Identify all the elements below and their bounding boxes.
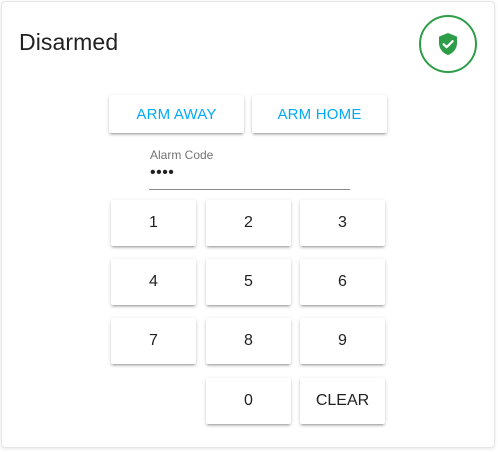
keypad-key-0[interactable]: 0 [206,378,291,424]
keypad-key-2[interactable]: 2 [206,200,291,246]
arm-away-button[interactable]: ARM AWAY [109,95,244,133]
keypad-key-6[interactable]: 6 [300,259,385,305]
keypad-key-7[interactable]: 7 [111,318,196,364]
keypad-key-1[interactable]: 1 [111,200,196,246]
keypad-clear-button[interactable]: CLEAR [300,378,385,424]
keypad-key-9[interactable]: 9 [300,318,385,364]
keypad-key-3[interactable]: 3 [300,200,385,246]
alarm-code-value[interactable]: •••• [150,164,174,182]
keypad-key-5[interactable]: 5 [206,259,291,305]
alarm-status-badge [419,15,477,73]
alarm-state-title: Disarmed [19,29,119,55]
arm-home-button[interactable]: ARM HOME [252,95,387,133]
keypad-key-4[interactable]: 4 [111,259,196,305]
shield-check-icon [439,33,457,55]
alarm-panel-card: Disarmed ARM AWAY ARM HOME Alarm Code ••… [1,1,495,448]
alarm-code-field[interactable]: Alarm Code •••• [149,148,350,190]
keypad-key-8[interactable]: 8 [206,318,291,364]
alarm-code-label: Alarm Code [150,148,214,162]
